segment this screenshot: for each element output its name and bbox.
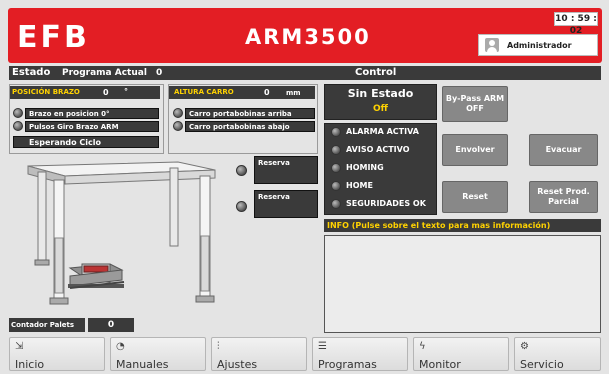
ciclo-state: Esperando Ciclo	[13, 136, 159, 148]
machine-model-title: ARM3500	[245, 25, 371, 49]
nav-servicio[interactable]: ⚙ Servicio	[514, 337, 601, 371]
alarma-activa-label: ALARMA ACTIVA	[346, 127, 419, 136]
nav-ajustes[interactable]: ⫶ Ajustes	[211, 337, 307, 371]
seguridades-ok-label: SEGURIDADES OK	[346, 199, 426, 208]
carro-abajo-indicator	[173, 121, 183, 131]
contador-palets-label: Contador Palets	[9, 318, 85, 332]
posicion-brazo-unit: °	[124, 87, 128, 96]
home-label: HOME	[346, 181, 373, 190]
clock-display: 10 : 59 : 02	[554, 12, 598, 36]
machine-state-title: Sin Estado	[347, 87, 414, 100]
altura-carro-unit: mm	[286, 89, 301, 97]
contador-palets-value: 0	[88, 318, 134, 332]
nav-servicio-label: Servicio	[520, 358, 564, 371]
altura-carro-title: ALTURA CARRO	[174, 88, 234, 96]
pulsos-giro-indicator	[13, 121, 23, 131]
reserva-2-indicator	[236, 201, 247, 212]
machine-state-value: Off	[373, 104, 388, 114]
nav-ajustes-label: Ajustes	[217, 358, 258, 371]
nav-manuales[interactable]: ◔ Manuales	[110, 337, 206, 371]
sliders-icon: ⫶	[217, 341, 220, 352]
nav-monitor-label: Monitor	[419, 358, 461, 371]
user-name: Administrador	[507, 40, 572, 50]
reset-prod-parcial-button[interactable]: Reset Prod. Parcial	[529, 181, 598, 213]
brazo-pos0-label: Brazo en posicion 0°	[25, 108, 159, 119]
reserva-1-box: Reserva	[254, 156, 318, 184]
nav-inicio[interactable]: ⇲ Inicio	[9, 337, 105, 371]
pulsos-giro-label: Pulsos Giro Brazo ARM	[25, 121, 159, 132]
nav-manuales-label: Manuales	[116, 358, 169, 371]
nav-programas-label: Programas	[318, 358, 377, 371]
evacuar-button[interactable]: Evacuar	[529, 134, 598, 166]
program-icon: ☰	[318, 341, 327, 352]
posicion-brazo-title: POSICIÓN BRAZO	[12, 88, 80, 96]
carro-arriba-label: Carro portabobinas arriba	[185, 108, 315, 119]
alarma-activa-indicator	[331, 127, 341, 137]
brazo-pos0-indicator	[13, 108, 23, 118]
gauge-icon: ◔	[116, 341, 125, 352]
reset-button[interactable]: Reset	[442, 181, 508, 213]
envolver-button[interactable]: Envolver	[442, 134, 508, 166]
carro-abajo-label: Carro portabobinas abajo	[185, 121, 315, 132]
homing-label: HOMING	[346, 163, 384, 172]
nav-inicio-label: Inicio	[15, 358, 45, 371]
user-icon	[485, 38, 499, 52]
bypass-arm-button[interactable]: By-Pass ARM OFF	[442, 86, 508, 122]
carro-arriba-indicator	[173, 108, 183, 118]
homing-indicator	[331, 163, 341, 173]
aviso-activo-indicator	[331, 145, 341, 155]
posicion-brazo-value: 0	[103, 88, 109, 97]
control-label: Control	[355, 67, 397, 78]
aviso-activo-label: AVISO ACTIVO	[346, 145, 410, 154]
estado-label: Estado	[12, 67, 51, 78]
info-header[interactable]: INFO (Pulse sobre el texto para mas info…	[324, 219, 601, 232]
programa-actual-value: 0	[156, 68, 163, 78]
nav-programas[interactable]: ☰ Programas	[312, 337, 408, 371]
user-button[interactable]: Administrador	[478, 34, 598, 56]
seguridades-ok-indicator	[331, 199, 341, 209]
machine-illustration	[27, 161, 216, 305]
reserva-1-indicator	[236, 165, 247, 176]
login-icon: ⇲	[15, 341, 24, 352]
home-indicator	[331, 181, 341, 191]
gear-icon: ⚙	[520, 341, 529, 352]
efb-logo: EFB	[17, 20, 90, 55]
programa-actual-label: Programa Actual	[62, 68, 147, 78]
info-text-area[interactable]	[324, 235, 601, 333]
posicion-brazo-header: POSICIÓN BRAZO	[10, 86, 160, 99]
reserva-2-box: Reserva	[254, 190, 318, 218]
altura-carro-value: 0	[264, 88, 270, 97]
nav-monitor[interactable]: ϟ Monitor	[413, 337, 509, 371]
info-title: INFO (Pulse sobre el texto para mas info…	[327, 221, 551, 230]
bolt-icon: ϟ	[419, 341, 426, 352]
